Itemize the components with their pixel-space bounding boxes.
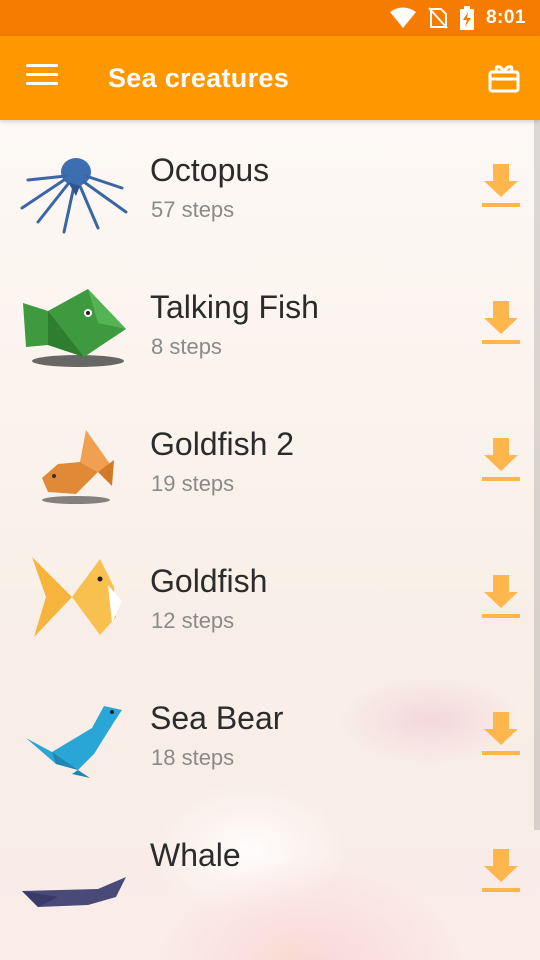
item-name: Goldfish <box>150 563 268 599</box>
list-item[interactable]: Talking Fish 8 steps <box>0 257 540 394</box>
download-icon[interactable] <box>482 575 520 619</box>
download-icon[interactable] <box>482 712 520 756</box>
goldfish-thumbnail <box>32 557 122 637</box>
download-icon[interactable] <box>482 301 520 345</box>
gift-icon <box>488 65 520 93</box>
status-bar: 8:01 <box>0 0 540 36</box>
item-name: Talking Fish <box>150 289 319 325</box>
item-steps: 18 steps <box>151 745 235 770</box>
scrollbar[interactable] <box>534 120 540 830</box>
goldfish-2-thumbnail <box>42 430 114 504</box>
no-sim-icon <box>428 7 448 29</box>
list-item[interactable]: Goldfish 12 steps <box>0 531 540 668</box>
battery-charging-icon <box>459 6 474 30</box>
item-name: Sea Bear <box>150 700 284 736</box>
download-icon[interactable] <box>482 849 520 893</box>
octopus-thumbnail <box>20 158 128 234</box>
item-name: Whale <box>150 837 241 873</box>
gift-button[interactable] <box>488 62 520 94</box>
download-icon[interactable] <box>482 438 520 482</box>
item-name: Goldfish 2 <box>150 426 295 462</box>
item-steps: 12 steps <box>151 608 235 633</box>
creature-list: Octopus 57 steps Talking Fish 8 steps Go… <box>0 120 540 960</box>
talking-fish-thumbnail <box>23 289 126 367</box>
item-steps: 19 steps <box>151 471 235 496</box>
menu-icon <box>26 64 58 85</box>
list-item[interactable]: Whale <box>0 805 540 942</box>
item-steps: 57 steps <box>151 197 235 222</box>
wifi-icon <box>389 7 416 28</box>
list-item[interactable]: Sea Bear 18 steps <box>0 668 540 805</box>
whale-thumbnail <box>22 877 126 907</box>
menu-button[interactable] <box>26 64 58 92</box>
item-steps: 8 steps <box>151 334 222 359</box>
app-bar: Sea creatures <box>0 36 540 120</box>
item-name: Octopus <box>150 152 270 188</box>
list-item[interactable]: Octopus 57 steps <box>0 120 540 257</box>
sea-bear-thumbnail <box>26 706 122 778</box>
status-time: 8:01 <box>485 7 526 28</box>
list-item[interactable]: Goldfish 2 19 steps <box>0 394 540 531</box>
page-title: Sea creatures <box>108 63 290 93</box>
download-icon[interactable] <box>482 164 520 208</box>
